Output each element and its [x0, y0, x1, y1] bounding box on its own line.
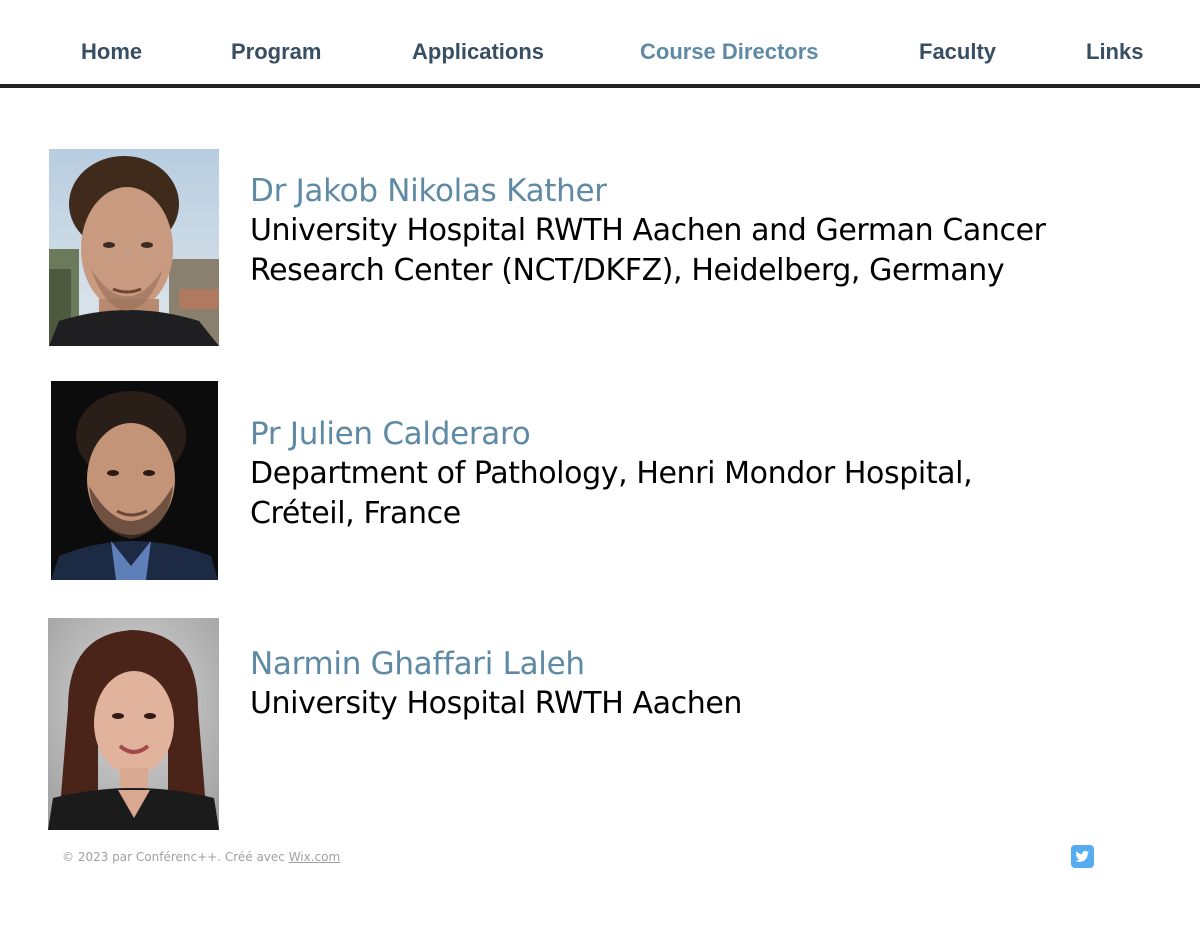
director-photo: [48, 618, 219, 830]
director-photo: [49, 149, 219, 346]
director-affiliation-line: Research Center (NCT/DKFZ), Heidelberg, …: [250, 253, 1005, 288]
director-name: Narmin Ghaffari Laleh: [250, 646, 585, 682]
nav-divider: [0, 84, 1200, 88]
nav-home[interactable]: Home: [81, 38, 142, 66]
director-affiliation-line: University Hospital RWTH Aachen and Germ…: [250, 213, 1046, 248]
nav-faculty[interactable]: Faculty: [919, 38, 996, 66]
footer-text: © 2023 par Conférenc++. Créé avec: [62, 850, 289, 864]
director-info: Dr Jakob Nikolas Kather University Hospi…: [250, 171, 1170, 291]
footer-copyright: © 2023 par Conférenc++. Créé avec Wix.co…: [62, 849, 340, 865]
nav-program[interactable]: Program: [231, 38, 321, 66]
director-affiliation-line: Department of Pathology, Henri Mondor Ho…: [250, 456, 973, 491]
director-name: Dr Jakob Nikolas Kather: [250, 173, 607, 209]
director-name: Pr Julien Calderaro: [250, 416, 531, 452]
main-nav: Home Program Applications Course Directo…: [0, 0, 1200, 88]
nav-links[interactable]: Links: [1086, 38, 1143, 66]
nav-applications[interactable]: Applications: [412, 38, 544, 66]
director-affiliation-line: University Hospital RWTH Aachen: [250, 686, 743, 721]
director-info: Pr Julien Calderaro Department of Pathol…: [250, 414, 1170, 534]
director-info: Narmin Ghaffari Laleh University Hospita…: [250, 644, 1170, 724]
nav-course-directors[interactable]: Course Directors: [640, 38, 819, 66]
director-affiliation-line: Créteil, France: [250, 496, 461, 531]
director-photo: [51, 381, 218, 580]
wix-link[interactable]: Wix.com: [289, 850, 340, 864]
twitter-icon[interactable]: [1071, 845, 1094, 868]
